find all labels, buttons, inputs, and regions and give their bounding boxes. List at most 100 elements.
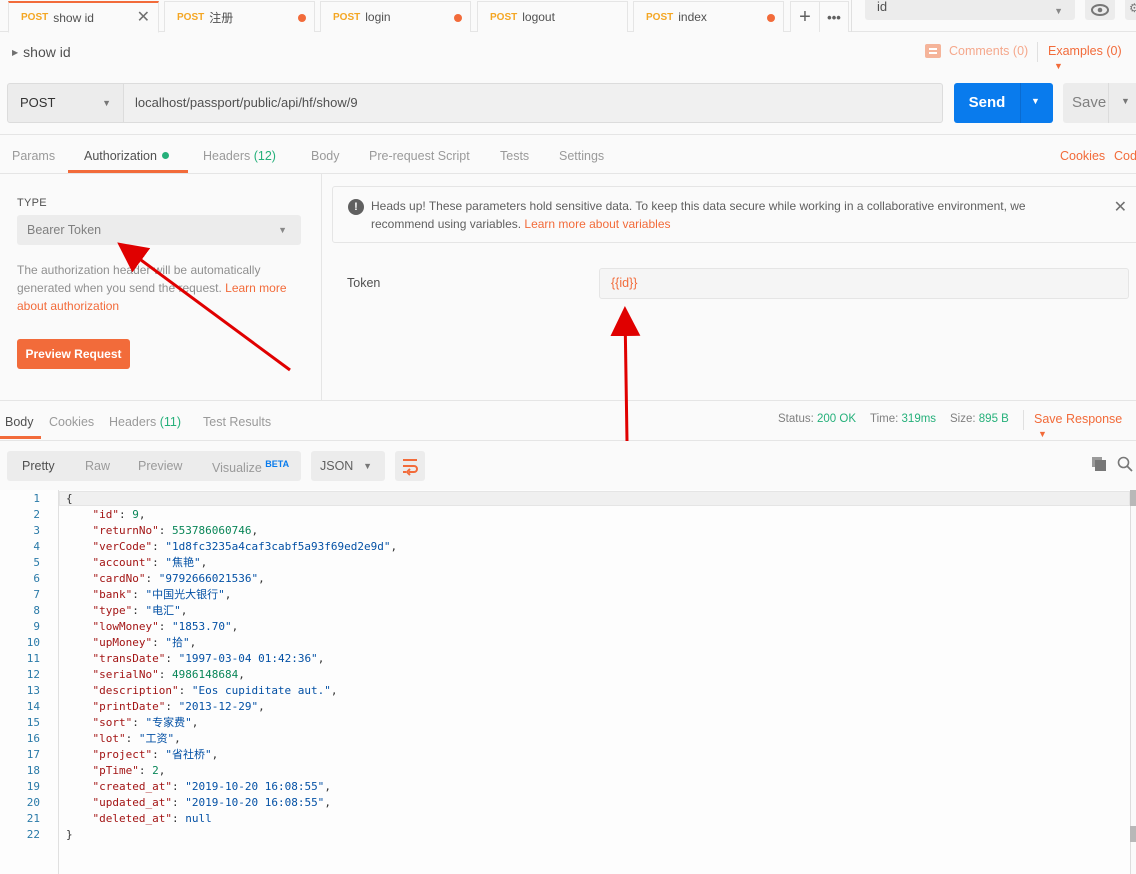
save-response-dropdown[interactable]: Save Response ▼: [1034, 412, 1136, 440]
json-value: "Eos cupiditate aut.": [191, 684, 331, 697]
more-tabs-button[interactable]: •••: [819, 1, 849, 32]
json-value: "9792666021536": [158, 572, 259, 585]
line-number: 16: [26, 732, 40, 745]
close-icon[interactable]: ✕: [1114, 197, 1127, 217]
active-indicator-dot-icon: [161, 152, 169, 159]
view-visualize[interactable]: Visualize BETA: [212, 459, 289, 475]
tab-login[interactable]: POST login: [320, 1, 471, 32]
ellipsis-icon: •••: [827, 9, 841, 25]
tab-logout[interactable]: POST logout: [477, 1, 628, 32]
response-tab-headers[interactable]: Headers (11): [109, 415, 181, 429]
tab-register[interactable]: POST 注册: [164, 1, 315, 32]
line-number: 10: [26, 636, 40, 649]
tab-body[interactable]: Body: [311, 149, 340, 163]
code-link[interactable]: Code: [1114, 149, 1136, 163]
eye-icon: [1091, 4, 1109, 16]
json-key: "lowMoney": [92, 620, 159, 633]
tab-settings[interactable]: Settings: [559, 149, 604, 163]
request-name[interactable]: ▶ show id: [12, 44, 71, 60]
environment-quick-look-button[interactable]: [1085, 0, 1115, 20]
plus-icon: +: [799, 6, 811, 28]
save-options-chevron-icon[interactable]: ▼: [1121, 96, 1130, 106]
preview-request-button[interactable]: Preview Request: [17, 339, 130, 369]
send-options-chevron-icon[interactable]: ▼: [1031, 96, 1040, 106]
line-content: "returnNo": 553786060746,: [92, 524, 259, 537]
save-button[interactable]: Save ▼: [1063, 83, 1136, 123]
view-raw[interactable]: Raw: [85, 459, 110, 473]
line-number: 18: [26, 764, 40, 777]
wrap-lines-icon: [403, 459, 418, 476]
send-button[interactable]: Send ▼: [954, 83, 1053, 123]
tab-headers[interactable]: Headers (12): [203, 149, 276, 163]
tab-params[interactable]: Params: [12, 149, 55, 163]
response-status: Status: 200 OK: [778, 413, 857, 425]
line-number: 4: [33, 540, 40, 553]
cookies-link[interactable]: Cookies: [1060, 149, 1105, 163]
sensitive-data-alert: ! Heads up! These parameters hold sensit…: [332, 186, 1136, 243]
code-line: 7 "bank": "中国光大银行",: [0, 587, 1120, 603]
view-preview[interactable]: Preview: [138, 459, 182, 473]
json-key: "cardNo": [92, 572, 146, 585]
json-value: "工资": [138, 732, 175, 745]
new-tab-button[interactable]: +: [790, 1, 820, 32]
tab-label: logout: [522, 10, 555, 24]
line-number: 12: [26, 668, 40, 681]
line-content: "verCode": "1d8fc3235a4caf3cabf5a93f69ed…: [92, 540, 398, 553]
json-key: "account": [92, 556, 153, 569]
postman-window: POST show id ✕ POST 注册 POST login POST l…: [0, 0, 1136, 874]
method-label: POST: [646, 11, 674, 23]
code-line: 5 "account": "焦艳",: [0, 555, 1120, 571]
tab-authorization[interactable]: Authorization: [84, 149, 169, 163]
json-value: "电汇": [145, 604, 181, 617]
line-number: 22: [26, 828, 40, 841]
examples-dropdown[interactable]: Examples (0) ▼: [1048, 44, 1136, 72]
code-line: 20 "updated_at": "2019-10-20 16:08:55",: [0, 795, 1120, 811]
response-tab-cookies[interactable]: Cookies: [49, 415, 94, 429]
code-line: 2 "id": 9,: [0, 507, 1120, 523]
close-icon[interactable]: ✕: [137, 10, 150, 26]
json-value: "2013-12-29": [178, 700, 259, 713]
unsaved-dot-icon: [298, 14, 306, 22]
code-line: 21 "deleted_at": null: [0, 811, 1120, 827]
url-input[interactable]: localhost/passport/public/api/hf/show/9: [123, 83, 943, 123]
tab-show-id[interactable]: POST show id ✕: [8, 1, 159, 33]
auth-type-select[interactable]: Bearer Token ▼: [17, 215, 301, 245]
scrollbar-thumb-bottom[interactable]: [1130, 826, 1136, 842]
environment-settings-button[interactable]: ⚙: [1125, 0, 1136, 20]
json-value: "1997-03-04 01:42:36": [178, 652, 318, 665]
json-value: "专家费": [145, 716, 192, 729]
line-number: 13: [26, 684, 40, 697]
line-number: 15: [26, 716, 40, 729]
tab-label: 注册: [209, 10, 234, 25]
environment-select[interactable]: id ▼: [865, 0, 1075, 20]
line-number: 20: [26, 796, 40, 809]
tab-tests[interactable]: Tests: [500, 149, 529, 163]
json-value: "2019-10-20 16:08:55": [185, 796, 325, 809]
comments-button[interactable]: Comments (0): [925, 44, 1028, 58]
search-icon[interactable]: [1117, 456, 1133, 472]
json-key: "pTime": [92, 764, 139, 777]
view-pretty[interactable]: Pretty: [22, 459, 55, 473]
editor-scrollbar[interactable]: [1130, 490, 1136, 874]
json-key: "bank": [92, 588, 133, 601]
learn-more-variables-link[interactable]: Learn more about variables: [524, 217, 670, 231]
format-select[interactable]: JSON ▼: [311, 451, 385, 481]
tab-pre-request-script[interactable]: Pre-request Script: [369, 149, 470, 163]
json-key: "transDate": [92, 652, 166, 665]
http-method-select[interactable]: POST ▼: [7, 83, 124, 123]
token-input[interactable]: {{id}}: [599, 268, 1129, 299]
line-content: "lowMoney": "1853.70",: [92, 620, 239, 633]
response-tab-test-results[interactable]: Test Results: [203, 415, 271, 429]
json-value: "省社桥": [165, 748, 212, 761]
line-content: }: [66, 828, 73, 841]
tab-index[interactable]: POST index: [633, 1, 784, 32]
tab-label: show id: [53, 10, 94, 25]
scrollbar-thumb-top[interactable]: [1130, 490, 1136, 506]
json-value: "1853.70": [171, 620, 232, 633]
wrap-lines-button[interactable]: [395, 451, 425, 481]
copy-icon[interactable]: [1092, 457, 1106, 471]
chevron-down-icon: ▼: [102, 98, 111, 108]
response-tab-body[interactable]: Body: [5, 415, 34, 429]
line-number: 7: [33, 588, 40, 601]
line-number: 2: [33, 508, 40, 521]
